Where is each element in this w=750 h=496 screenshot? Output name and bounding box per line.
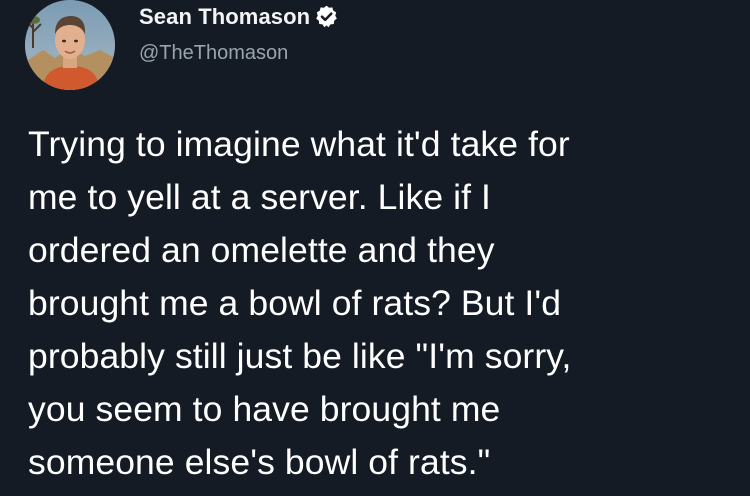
verified-badge-icon	[314, 4, 339, 29]
tweet-text: Trying to imagine what it'd take for me …	[28, 124, 572, 482]
avatar[interactable]	[25, 0, 115, 90]
tweet-header: Sean Thomason @TheThomason	[25, 0, 339, 90]
display-name[interactable]: Sean Thomason	[139, 4, 310, 30]
user-avatar-image	[25, 0, 115, 90]
tweet-card: Sean Thomason @TheThomason Trying to ima…	[0, 0, 750, 496]
user-handle[interactable]: @TheThomason	[139, 42, 339, 65]
author-names: Sean Thomason @TheThomason	[139, 0, 339, 90]
display-name-row: Sean Thomason	[139, 4, 339, 30]
